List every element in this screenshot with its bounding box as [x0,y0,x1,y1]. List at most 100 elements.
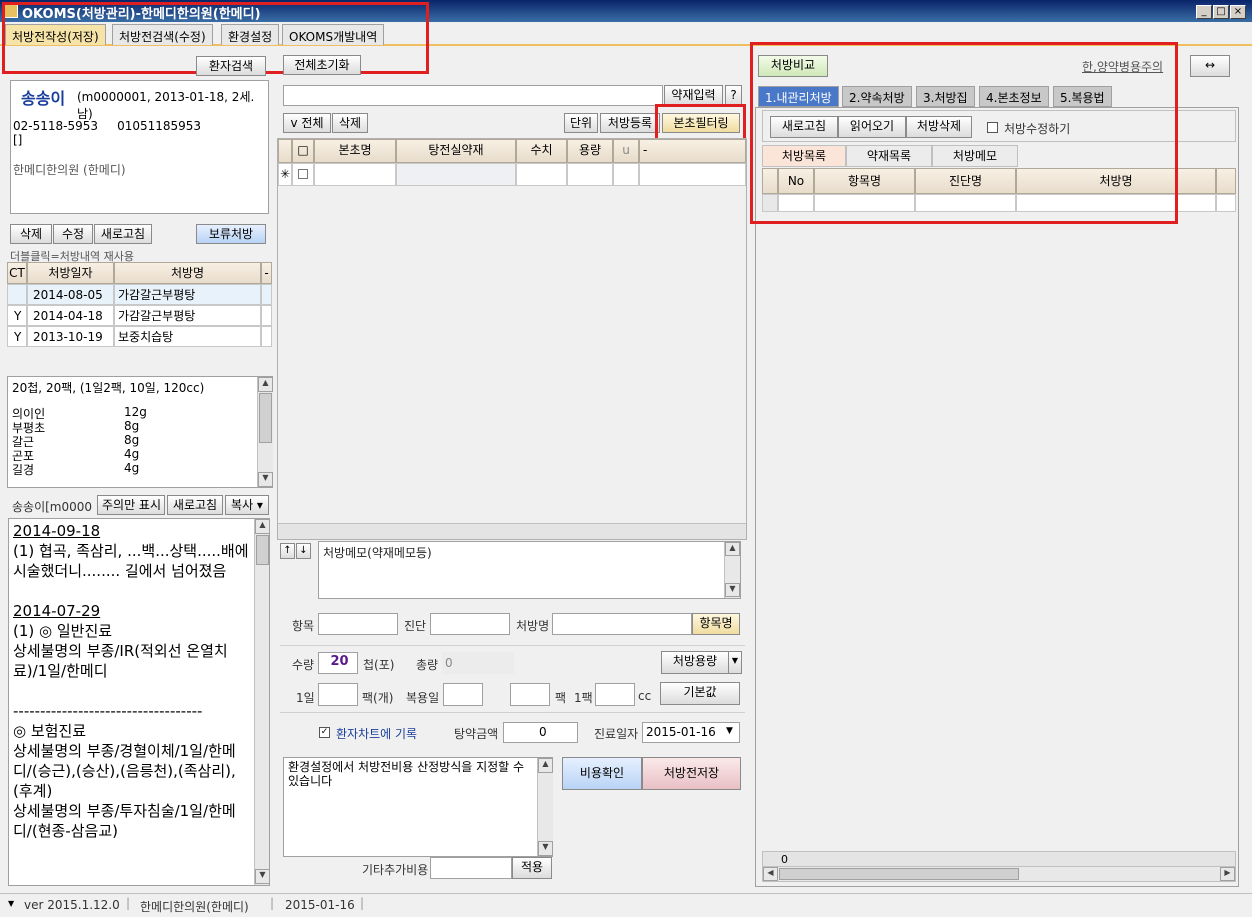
scroll-thumb[interactable] [259,393,272,443]
history-row-name[interactable]: 가감갈근부평탕 [114,305,261,326]
total-label: 총량 [416,658,439,672]
scroll-up-icon[interactable]: ▲ [538,758,553,773]
qty-unit: 첩(포) [363,658,395,672]
cost-note-area[interactable]: 환경설정에서 처방전비용 산정방식을 지정할 수 있습니다 ▲ ▼ [283,757,553,857]
memo-entry: 상세불명의 부종/투자침술/1일/한메디/(현종-삼음교) [13,802,236,840]
prescription-dose-button[interactable]: 처방용량 [661,651,729,674]
chevron-down-icon[interactable]: ▼ [726,726,733,736]
prescription-name-input[interactable] [552,613,692,635]
history-row-name[interactable]: 가감갈근부평탕 [114,284,261,305]
memo-refresh-button[interactable]: 새로고침 [167,495,223,515]
recipe-scrollbar[interactable]: ▲ ▼ [257,377,273,487]
chevron-down-icon[interactable]: ▼ [8,899,14,908]
pack-label: 팩 [555,691,567,705]
scroll-up-icon[interactable]: ▲ [725,542,740,556]
move-down-button[interactable]: ↓ [296,543,311,559]
herb-grid: □ 본초명 탕전실약재 수치 용량 u - ✳ [277,138,747,540]
history-row-date[interactable]: 2014-04-18 [27,305,114,326]
new-row-dose[interactable] [567,163,613,186]
scroll-up-icon[interactable]: ▲ [255,519,269,534]
default-button[interactable]: 기본값 [660,682,740,705]
hold-prescription-button[interactable]: 보류처방 [196,224,266,244]
scroll-thumb[interactable] [779,868,1019,880]
move-up-button[interactable]: ↑ [280,543,295,559]
right-horizontal-scrollbar[interactable]: ◀ ▶ [762,866,1236,882]
memo-entry: ◎ 보험진료 [13,722,87,740]
cost-note: 환경설정에서 처방전비용 산정방식을 지정할 수 있습니다 [288,760,525,788]
history-refresh-button[interactable]: 새로고침 [94,224,152,244]
history-row-date[interactable]: 2013-10-19 [27,326,114,347]
scroll-down-icon[interactable]: ▼ [258,472,273,487]
notice-only-button[interactable]: 주의만 표시 [97,495,165,515]
herb-amount: 4g [124,461,140,475]
new-row-pharmacy-herb[interactable] [396,163,516,186]
history-header-name: 처방명 [114,262,261,284]
history-row-ct[interactable]: Y [7,326,27,347]
pack-unit-label: 팩(개) [362,691,394,705]
prescription-memo-scrollbar[interactable]: ▲ ▼ [724,542,740,598]
select-all-button[interactable]: v 전체 [283,113,331,133]
minimize-button[interactable]: _ [1196,5,1212,19]
grid-header-rownum [278,139,292,163]
register-prescription-button[interactable]: 처방등록 [600,113,660,133]
apply-button[interactable]: 적용 [512,857,552,879]
memo-scrollbar[interactable]: ▲ ▼ [254,519,269,885]
scroll-right-icon[interactable]: ▶ [1220,867,1235,881]
patient-memo-panel[interactable]: 2014-09-18 (1) 협곡, 족삼리, ...백...상택.....배에… [8,518,270,886]
history-row-ct[interactable]: Y [7,305,27,326]
checkbox-record-chart[interactable]: ✓ [319,727,330,738]
grid-header-pharmacy-herb: 탕전실약재 [396,139,516,163]
new-row-herb-name[interactable] [314,163,396,186]
prescription-memo-input[interactable]: 처방메모(약재메모등) ▲ ▼ [318,541,741,599]
days-input[interactable] [443,683,483,706]
scroll-left-icon[interactable]: ◀ [763,867,778,881]
history-row-blank [261,284,272,305]
new-row-u[interactable] [613,163,639,186]
help-button[interactable]: ? [725,85,742,106]
history-delete-button[interactable]: 삭제 [10,224,52,244]
save-prescription-button[interactable]: 처방전저장 [642,757,741,790]
patient-search-button[interactable]: 환자검색 [196,56,266,76]
item-list-button[interactable]: 항목명 [692,613,740,635]
prescription-dose-dropdown[interactable]: ▼ [728,651,742,674]
per-day-input[interactable] [318,683,358,706]
record-chart-label[interactable]: 환자차트에 기록 [336,725,417,742]
history-row-name[interactable]: 보중치습탕 [114,326,261,347]
memo-entry: (1) 협곡, 족삼리, ...백...상택.....배에 시술했더니.....… [13,542,249,580]
diagnosis-input[interactable] [430,613,510,635]
scroll-down-icon[interactable]: ▼ [255,869,269,884]
history-edit-button[interactable]: 수정 [53,224,93,244]
memo-date: 2014-09-18 [13,522,101,540]
new-row-value[interactable] [516,163,567,186]
new-row-more[interactable] [639,163,746,186]
cost-note-scrollbar[interactable]: ▲ ▼ [537,758,553,856]
history-row-ct[interactable] [7,284,27,305]
herb-input-button[interactable]: 약재입력 [664,85,723,106]
reset-all-button[interactable]: 전체초기화 [283,55,361,75]
extra-cost-input[interactable] [430,857,512,879]
unit-button[interactable]: 단위 [564,113,598,133]
herb-search-input[interactable] [283,85,663,106]
qty-input[interactable]: 20 [318,652,358,674]
status-divider: | [126,896,131,910]
item-input[interactable] [318,613,398,635]
scroll-thumb[interactable] [256,535,269,565]
cost-check-button[interactable]: 비용확인 [562,757,642,790]
right-grid-filter-cell[interactable] [1216,194,1236,212]
maximize-button[interactable]: □ [1213,5,1229,19]
scroll-down-icon[interactable]: ▼ [725,583,740,597]
memo-patient-label: 송송이[m0000 [12,500,93,514]
scroll-up-icon[interactable]: ▲ [258,377,273,392]
scroll-down-icon[interactable]: ▼ [538,841,553,856]
history-row-blank [261,326,272,347]
one-pack-input[interactable] [595,683,635,706]
swap-layout-button[interactable]: ↔ [1190,55,1230,77]
fee-input[interactable]: 0 [503,722,578,743]
pack-input[interactable] [510,683,550,706]
new-row-checkbox[interactable] [292,163,314,186]
memo-copy-button[interactable]: 복사 ▾ [225,495,269,515]
patient-phones: 02-5118-5953 01051185953 [13,119,202,133]
grid-delete-button[interactable]: 삭제 [332,113,368,133]
close-button[interactable]: × [1230,5,1246,19]
history-row-date[interactable]: 2014-08-05 [27,284,114,305]
